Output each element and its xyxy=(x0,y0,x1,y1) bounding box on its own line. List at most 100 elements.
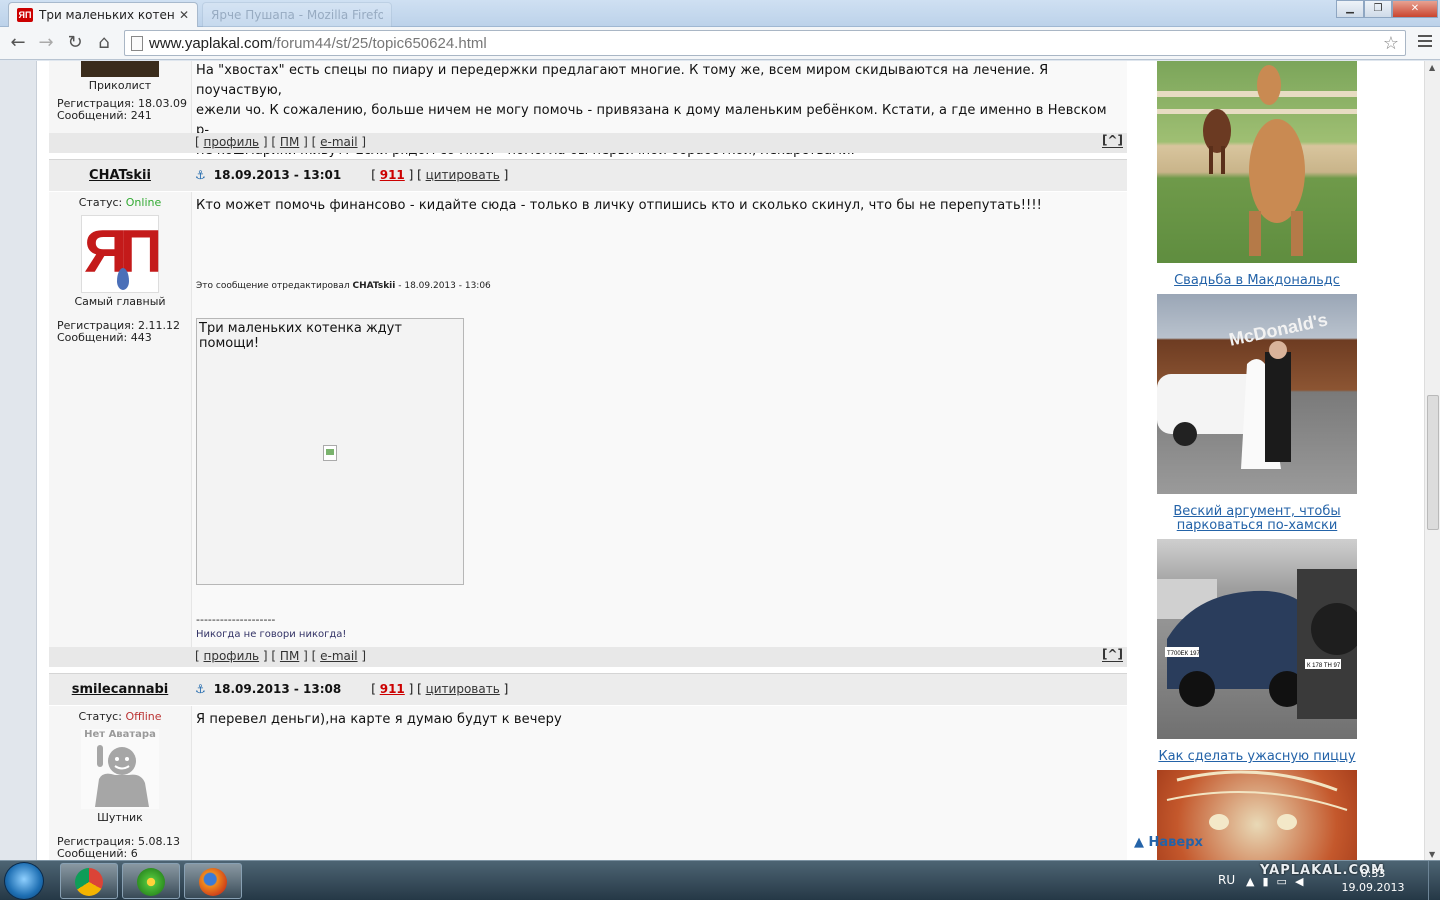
maximize-icon[interactable]: ❐ xyxy=(1364,0,1392,18)
network-icon[interactable]: ▮ xyxy=(1262,875,1276,888)
post-meta: ⚓ 18.09.2013 - 13:08[ 911 ] [ цитировать … xyxy=(195,682,509,696)
url-text[interactable]: www.yaplakal.com/forum44/st/25/topic6506… xyxy=(149,35,487,52)
tray-icons: ▲▮▭◀ xyxy=(1246,875,1311,888)
broken-image-icon xyxy=(323,445,337,461)
post-text-line: На "хвостах" есть спецы по пиару и перед… xyxy=(196,63,1049,98)
edit-note-user: CHATskii xyxy=(352,281,396,291)
sidebar-thumb-parking[interactable]: Т700ЕК 197 К 178 ТН 97 xyxy=(1157,539,1357,739)
profile-link[interactable]: профиль xyxy=(204,649,260,663)
volume-icon[interactable]: ◀ xyxy=(1295,875,1311,888)
to-top-link[interactable]: [^] xyxy=(1101,648,1123,662)
tab-title: Три маленьких котенка ж xyxy=(39,8,175,22)
post-linkbar: [ профиль ] [ ПМ ] [ e-mail ] [^] xyxy=(49,133,1127,153)
signature: Никогда не говори никогда! xyxy=(196,629,347,640)
post-meta: ⚓ 18.09.2013 - 13:01[ 911 ] [ цитировать … xyxy=(195,168,509,182)
tab-close-icon[interactable]: ✕ xyxy=(179,8,189,22)
tab-ghost: Ярче Пушапа - Mozilla Firefox xyxy=(202,2,392,27)
show-desktop-button[interactable] xyxy=(1428,861,1440,900)
email-link[interactable]: e-mail xyxy=(320,135,357,149)
chrome-menu-icon[interactable] xyxy=(1418,35,1432,49)
bookmark-star-icon[interactable]: ☆ xyxy=(1383,33,1399,54)
post-linkbar: [ профиль ] [ ПМ ] [ e-mail ] [^] xyxy=(49,647,1127,667)
start-button[interactable] xyxy=(4,862,44,900)
close-icon[interactable]: ✕ xyxy=(1392,0,1438,18)
quote-link[interactable]: цитировать xyxy=(426,682,500,696)
anchor-icon[interactable]: ⚓ xyxy=(195,682,206,696)
clock-time: 0:33 xyxy=(1360,867,1386,880)
icq-icon xyxy=(137,868,165,896)
back-icon[interactable]: ← xyxy=(6,32,30,54)
user-rank: Самый главный xyxy=(74,295,166,308)
edit-note: Это сообщение отредактировал CHATskii - … xyxy=(196,281,491,291)
taskbar-chrome[interactable] xyxy=(60,863,118,899)
forum-content: Приколист Регистрация: 18.03.09 Сообщени… xyxy=(36,61,1138,861)
minimize-icon[interactable]: ▁ xyxy=(1336,0,1364,18)
back-to-top-link[interactable]: ▲ Наверх xyxy=(1134,835,1203,850)
plate-1: Т700ЕК 197 xyxy=(1167,651,1201,657)
post-body: Кто может помочь финансово - кидайте сюд… xyxy=(191,192,1127,647)
sidebar-thumb-wedding[interactable]: McDonald's xyxy=(1157,294,1357,494)
post-text: Я перевел деньги),на карте я думаю будут… xyxy=(196,712,562,727)
page-scrollbar[interactable]: ▲ ▼ xyxy=(1424,61,1440,861)
tab-active[interactable]: ЯП Три маленьких котенка ж ✕ xyxy=(8,2,198,27)
profile-column: Статус: Online ЯП Самый главный Регистра… xyxy=(49,192,191,647)
url-path: /forum44/st/25/topic650624.html xyxy=(272,35,487,52)
to-top-link[interactable]: [^] xyxy=(1101,134,1123,148)
email-link[interactable]: e-mail xyxy=(320,649,357,663)
status-online: Online xyxy=(125,196,162,209)
sidebar: Свадьба в Макдональдс McDonald's Веский … xyxy=(1138,61,1424,861)
clock[interactable]: 0:33 19.09.2013 xyxy=(1338,867,1408,895)
status-offline: Offline xyxy=(125,710,162,723)
firefox-icon xyxy=(199,868,227,896)
anchor-icon[interactable]: ⚓ xyxy=(195,168,206,182)
taskbar-firefox[interactable] xyxy=(184,863,242,899)
page-icon xyxy=(131,36,143,51)
user-status: Статус: Online xyxy=(49,196,191,209)
avatar[interactable]: ЯП xyxy=(81,215,162,293)
address-bar[interactable]: www.yaplakal.com/forum44/st/25/topic6506… xyxy=(124,30,1406,56)
scroll-up-icon[interactable]: ▲ xyxy=(1429,63,1435,72)
username-link[interactable]: smilecannabi xyxy=(49,682,191,697)
username-link[interactable]: CHATskii xyxy=(49,168,191,183)
edit-note-prefix: Это сообщение отредактировал xyxy=(196,281,350,291)
post-date: 18.09.2013 - 13:01 xyxy=(213,168,342,182)
avatar[interactable]: Нет Аватара xyxy=(81,729,159,809)
system-tray: YAPLAKAL.COM RU ▲▮▭◀ 0:33 19.09.2013 xyxy=(1210,861,1440,900)
post-body: Я перевел деньги),на карте я думаю будут… xyxy=(191,706,1127,861)
profile-link[interactable]: профиль xyxy=(204,135,260,149)
taskbar-icq[interactable] xyxy=(122,863,180,899)
post-header: CHATskii ⚓ 18.09.2013 - 13:01[ 911 ] [ ци… xyxy=(49,159,1127,191)
sidebar-thumb-horse[interactable] xyxy=(1157,61,1357,263)
horse-image xyxy=(1157,65,1357,256)
avatar xyxy=(81,61,159,77)
yaplakal-favicon: ЯП xyxy=(17,8,33,22)
reload-icon[interactable]: ↻ xyxy=(63,32,87,54)
pm-link[interactable]: ПМ xyxy=(280,135,299,149)
browser-titlebar: ЯП Три маленьких котенка ж ✕ Ярче Пушапа… xyxy=(0,0,1440,27)
back-to-top-label: Наверх xyxy=(1148,835,1203,850)
plate-2: К 178 ТН 97 xyxy=(1307,663,1341,669)
scroll-down-icon[interactable]: ▼ xyxy=(1429,850,1435,859)
forward-icon[interactable]: → xyxy=(34,32,58,54)
quote-link[interactable]: цитировать xyxy=(426,168,500,182)
windows-taskbar: YAPLAKAL.COM RU ▲▮▭◀ 0:33 19.09.2013 xyxy=(0,860,1440,900)
pm-link[interactable]: ПМ xyxy=(280,649,299,663)
sidebar-caption-link[interactable]: Веский аргумент, чтобы xyxy=(1138,505,1376,519)
sidebar-caption-link[interactable]: Как сделать ужасную пиццу xyxy=(1138,750,1376,764)
monitor-icon[interactable]: ▭ xyxy=(1277,875,1295,888)
post-number-link[interactable]: 911 xyxy=(380,168,405,182)
window-controls: ▁ ❐ ✕ xyxy=(1336,0,1438,18)
language-indicator[interactable]: RU xyxy=(1218,873,1235,887)
post-number-link[interactable]: 911 xyxy=(380,682,405,696)
no-avatar-figure-icon xyxy=(95,745,149,807)
post-image[interactable]: Три маленьких котенка ждут помощи! xyxy=(196,318,464,585)
tray-expand-icon[interactable]: ▲ xyxy=(1246,875,1262,888)
home-icon[interactable]: ⌂ xyxy=(92,32,116,54)
sidebar-caption-link[interactable]: Свадьба в Макдональдс xyxy=(1138,274,1376,288)
scrollbar-thumb[interactable] xyxy=(1427,395,1439,530)
browser-toolbar: ← → ↻ ⌂ www.yaplakal.com/forum44/st/25/t… xyxy=(0,27,1440,60)
sidebar-caption-link[interactable]: парковаться по-хамски xyxy=(1138,519,1376,533)
edit-note-date: - 18.09.2013 - 13:06 xyxy=(398,281,491,291)
clock-date: 19.09.2013 xyxy=(1341,881,1405,894)
post-header: smilecannabi ⚓ 18.09.2013 - 13:08[ 911 ] … xyxy=(49,673,1127,705)
